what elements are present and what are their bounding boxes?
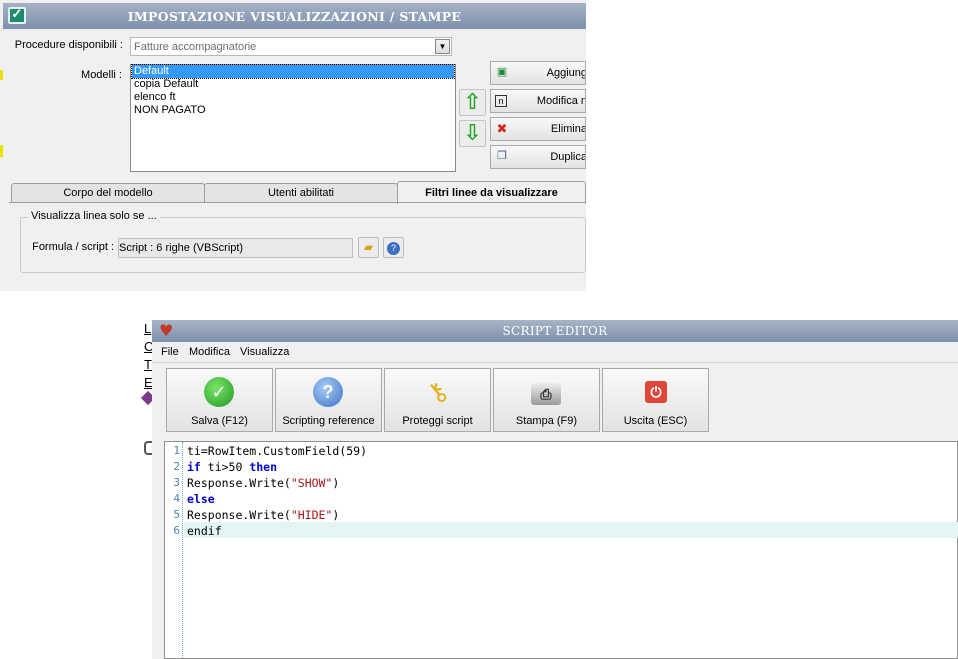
- tab-strip: Corpo del modello Utenti abilitati Filtr…: [9, 181, 586, 204]
- menubar: File Modifica Visualizza: [152, 342, 958, 363]
- formula-field[interactable]: Script : 6 righe (VBScript): [118, 238, 353, 258]
- chevron-down-icon[interactable]: ▼: [435, 39, 450, 54]
- background-bracket-fragment: [144, 441, 152, 455]
- add-icon: ▣: [496, 66, 508, 78]
- help-button[interactable]: ?: [383, 237, 404, 258]
- duplicate-label: Duplica: [550, 151, 586, 163]
- modelli-label: Modelli :: [81, 69, 122, 81]
- group-title: Visualizza linea solo se ...: [28, 210, 160, 222]
- list-item[interactable]: copia Default: [132, 78, 454, 91]
- folder-icon: ▰: [363, 240, 374, 254]
- modelli-list[interactable]: Default copia Default elenco ft NON PAGA…: [130, 64, 456, 172]
- tab-filtri-linee[interactable]: Filtri linee da visualizzare: [397, 181, 586, 204]
- edit-label: Modifica n: [536, 95, 586, 107]
- exit-icon: ⏻: [645, 381, 667, 403]
- heart-app-icon: ♥: [159, 321, 174, 340]
- move-up-button[interactable]: ⇧: [459, 89, 486, 116]
- line-number: 6: [173, 524, 180, 537]
- save-button[interactable]: ✓ Salva (F12): [166, 368, 273, 432]
- menu-visualizza[interactable]: Visualizza: [240, 346, 289, 358]
- current-line-highlight: [184, 522, 958, 538]
- line-number: 4: [173, 492, 180, 505]
- edit-icon: n: [495, 95, 507, 107]
- scripting-reference-label: Scripting reference: [282, 415, 375, 427]
- line-number: 3: [173, 476, 180, 489]
- code-line[interactable]: Response.Write("HIDE"): [187, 508, 339, 522]
- tab-panel: Visualizza linea solo se ... Formula / s…: [9, 202, 586, 291]
- code-line[interactable]: Response.Write("SHOW"): [187, 476, 339, 490]
- line-number: 5: [173, 508, 180, 521]
- filter-groupbox: Visualizza linea solo se ... Formula / s…: [20, 210, 586, 273]
- procedure-value: Fatture accompagnatorie: [134, 41, 257, 53]
- protect-script-button[interactable]: ⚷ Proteggi script: [384, 368, 491, 432]
- code-line[interactable]: ti=RowItem.CustomField(59): [187, 444, 367, 458]
- key-icon: ⚷: [420, 374, 454, 410]
- folder-button[interactable]: ▰: [358, 237, 379, 258]
- list-item[interactable]: NON PAGATO: [132, 104, 454, 117]
- line-number-gutter: [165, 442, 183, 658]
- edit-button[interactable]: n Modifica n: [490, 89, 586, 113]
- menu-file[interactable]: File: [161, 346, 179, 358]
- code-editor[interactable]: 1 2 3 4 5 6 ti=RowItem.CustomField(59) i…: [164, 441, 958, 659]
- help-icon: ?: [387, 242, 400, 255]
- script-editor-window: ♥ SCRIPT EDITOR File Modifica Visualizza…: [152, 320, 958, 659]
- duplicate-icon: ❐: [497, 150, 507, 162]
- arrow-up-icon: ⇧: [463, 89, 482, 114]
- background-strip: [0, 70, 3, 80]
- code-line[interactable]: endif: [187, 524, 222, 538]
- list-item[interactable]: Default: [131, 64, 455, 79]
- window-title: SCRIPT EDITOR: [502, 324, 608, 338]
- print-label: Stampa (F9): [515, 415, 578, 427]
- checkmark-icon: ✓: [204, 377, 234, 407]
- protect-script-label: Proteggi script: [402, 415, 473, 427]
- exit-label: Uscita (ESC): [623, 415, 688, 427]
- scripting-reference-button[interactable]: ? Scripting reference: [275, 368, 382, 432]
- duplicate-button[interactable]: ❐ Duplica: [490, 145, 586, 169]
- arrow-down-icon: ⇩: [463, 120, 482, 145]
- add-label: Aggiung: [546, 67, 586, 79]
- printer-icon: ⎙: [531, 383, 561, 405]
- checkbox-app-icon: ✓: [8, 7, 26, 24]
- background-link-fragment: L: [144, 321, 152, 336]
- exit-button[interactable]: ⏻ Uscita (ESC): [602, 368, 709, 432]
- formula-label: Formula / script :: [32, 241, 114, 253]
- procedure-select[interactable]: Fatture accompagnatorie ▼: [130, 37, 452, 56]
- line-number: 1: [173, 444, 180, 457]
- delete-label: Elimina: [550, 123, 586, 135]
- list-item[interactable]: elenco ft: [132, 91, 454, 104]
- save-label: Salva (F12): [191, 415, 248, 427]
- add-button[interactable]: ▣ Aggiung: [490, 61, 586, 85]
- window-body: Procedure disponibili : Fatture accompag…: [9, 31, 586, 291]
- background-strip: [0, 145, 3, 157]
- code-line[interactable]: else: [187, 492, 215, 506]
- window-titlebar: ♥ SCRIPT EDITOR: [152, 320, 958, 342]
- help-icon: ?: [313, 377, 343, 407]
- delete-icon: ✖: [496, 121, 508, 136]
- display-settings-window: ✓ IMPOSTAZIONE VISUALIZZAZIONI / STAMPE …: [0, 0, 586, 291]
- tab-utenti-abilitati[interactable]: Utenti abilitati: [204, 183, 398, 203]
- window-title: IMPOSTAZIONE VISUALIZZAZIONI / STAMPE: [127, 9, 462, 24]
- menu-modifica[interactable]: Modifica: [189, 346, 230, 358]
- tab-corpo-modello[interactable]: Corpo del modello: [11, 183, 205, 203]
- background-link-fragment: T: [144, 357, 152, 372]
- print-button[interactable]: ⎙ Stampa (F9): [493, 368, 600, 432]
- window-titlebar: ✓ IMPOSTAZIONE VISUALIZZAZIONI / STAMPE: [3, 3, 586, 29]
- procedure-label: Procedure disponibili :: [14, 39, 123, 51]
- delete-button[interactable]: ✖ Elimina: [490, 117, 586, 141]
- code-line[interactable]: if ti>50 then: [187, 460, 277, 474]
- move-down-button[interactable]: ⇩: [459, 120, 486, 147]
- line-number: 2: [173, 460, 180, 473]
